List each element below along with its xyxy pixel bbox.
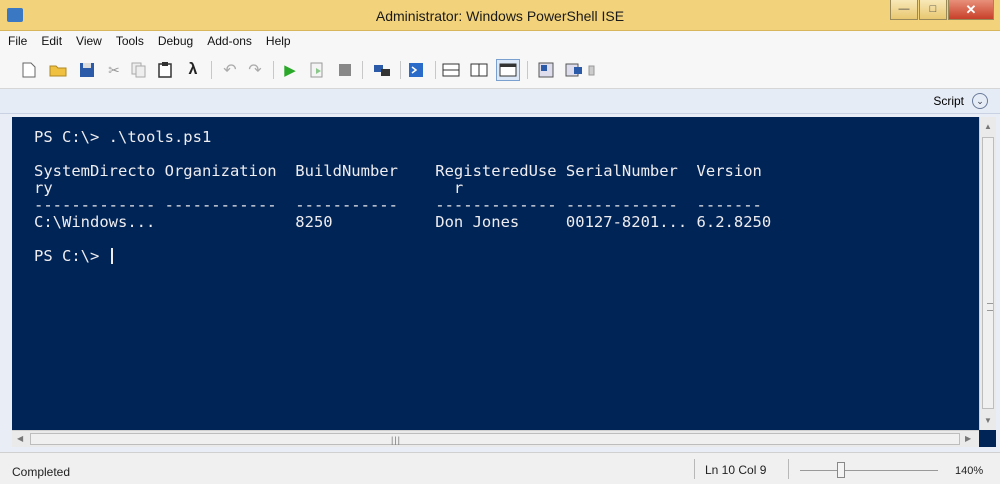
- scroll-grip: [987, 303, 993, 311]
- show-addon-icon[interactable]: [563, 59, 585, 81]
- scroll-corner: [979, 430, 996, 447]
- menu-view[interactable]: View: [76, 34, 102, 48]
- undo-icon[interactable]: ↶: [219, 59, 241, 81]
- show-script-top-icon[interactable]: [440, 59, 462, 81]
- show-script-pane-button[interactable]: Script ⌄: [933, 93, 988, 109]
- toolbar-overflow-icon[interactable]: [587, 59, 597, 81]
- paste-icon[interactable]: [154, 59, 176, 81]
- toolbar-separator: [400, 61, 401, 79]
- toolbar-separator: [527, 61, 528, 79]
- console-headers-wrap: ry r: [34, 179, 464, 197]
- toolbar-separator: [273, 61, 274, 79]
- console-prompt: PS C:\>: [34, 247, 109, 265]
- toolbar-separator: [362, 61, 363, 79]
- close-button[interactable]: ✕: [948, 0, 994, 20]
- console-prompt-command: PS C:\> .\tools.ps1: [34, 128, 212, 146]
- open-icon[interactable]: [47, 59, 69, 81]
- status-separator: [788, 459, 789, 479]
- menu-bar: File Edit View Tools Debug Add-ons Help: [0, 31, 1000, 51]
- save-icon[interactable]: [76, 59, 98, 81]
- horizontal-scroll-thumb[interactable]: |||: [30, 433, 960, 445]
- scroll-grip: |||: [391, 435, 402, 445]
- clear-console-icon[interactable]: λ: [182, 59, 204, 81]
- console-headers: SystemDirecto Organization BuildNumber R…: [34, 162, 762, 180]
- menu-file[interactable]: File: [8, 34, 27, 48]
- menu-debug[interactable]: Debug: [158, 34, 193, 48]
- text-cursor: [110, 248, 113, 264]
- chevron-down-icon[interactable]: ⌄: [972, 93, 988, 109]
- scroll-right-arrow-icon[interactable]: ▶: [965, 434, 971, 443]
- show-script-maximized-icon[interactable]: [496, 59, 520, 81]
- horizontal-scrollbar[interactable]: ◀ ||| ▶: [12, 430, 979, 447]
- scroll-down-arrow-icon[interactable]: ▼: [984, 416, 992, 425]
- window-title: Administrator: Windows PowerShell ISE: [375, 8, 625, 24]
- console-header-underline: ------------- ------------ ----------- -…: [34, 196, 762, 214]
- script-label: Script: [933, 94, 964, 108]
- console-result-row: C:\Windows... 8250 Don Jones 00127-8201.…: [34, 213, 772, 231]
- menu-help[interactable]: Help: [266, 34, 291, 48]
- cursor-position: Ln 10 Col 9: [705, 463, 767, 477]
- copy-icon[interactable]: [128, 59, 150, 81]
- show-command-icon[interactable]: [535, 59, 557, 81]
- cut-icon[interactable]: ✂: [103, 59, 125, 81]
- status-text: Completed: [12, 465, 71, 479]
- menu-addons[interactable]: Add-ons: [207, 34, 252, 48]
- toolbar: ✂ λ ↶ ↷ ▶: [0, 51, 1000, 89]
- remote-powershell-icon[interactable]: [371, 59, 393, 81]
- status-separator: [694, 459, 695, 479]
- zoom-level: 140%: [955, 465, 984, 477]
- scroll-left-arrow-icon[interactable]: ◀: [17, 434, 23, 443]
- new-icon[interactable]: [18, 59, 40, 81]
- maximize-button[interactable]: □: [919, 0, 947, 20]
- console-pane[interactable]: PS C:\> .\tools.ps1 SystemDirecto Organi…: [12, 117, 979, 430]
- toolbar-separator: [435, 61, 436, 79]
- vertical-scroll-thumb[interactable]: [982, 137, 994, 409]
- tab-strip: Script ⌄: [0, 89, 1000, 114]
- run-selection-icon[interactable]: [306, 59, 328, 81]
- scroll-up-arrow-icon[interactable]: ▲: [984, 122, 992, 131]
- redo-icon[interactable]: ↷: [244, 59, 266, 81]
- vertical-scrollbar[interactable]: ▲ ▼: [979, 117, 996, 430]
- run-icon[interactable]: ▶: [279, 59, 301, 81]
- show-script-right-icon[interactable]: [468, 59, 490, 81]
- stop-icon[interactable]: [334, 59, 356, 81]
- minimize-button[interactable]: —: [890, 0, 918, 20]
- menu-tools[interactable]: Tools: [116, 34, 144, 48]
- console-output: PS C:\> .\tools.ps1 SystemDirecto Organi…: [34, 129, 771, 265]
- menu-edit[interactable]: Edit: [41, 34, 62, 48]
- zoom-slider-track[interactable]: [800, 470, 938, 471]
- powershell-console-icon[interactable]: [405, 59, 427, 81]
- title-bar: Administrator: Windows PowerShell ISE — …: [0, 0, 1000, 31]
- window-controls: — □ ✕: [889, 0, 994, 22]
- zoom-slider-thumb[interactable]: [837, 462, 846, 478]
- toolbar-separator: [211, 61, 212, 79]
- status-bar: Completed Ln 10 Col 9 140%: [0, 452, 1000, 484]
